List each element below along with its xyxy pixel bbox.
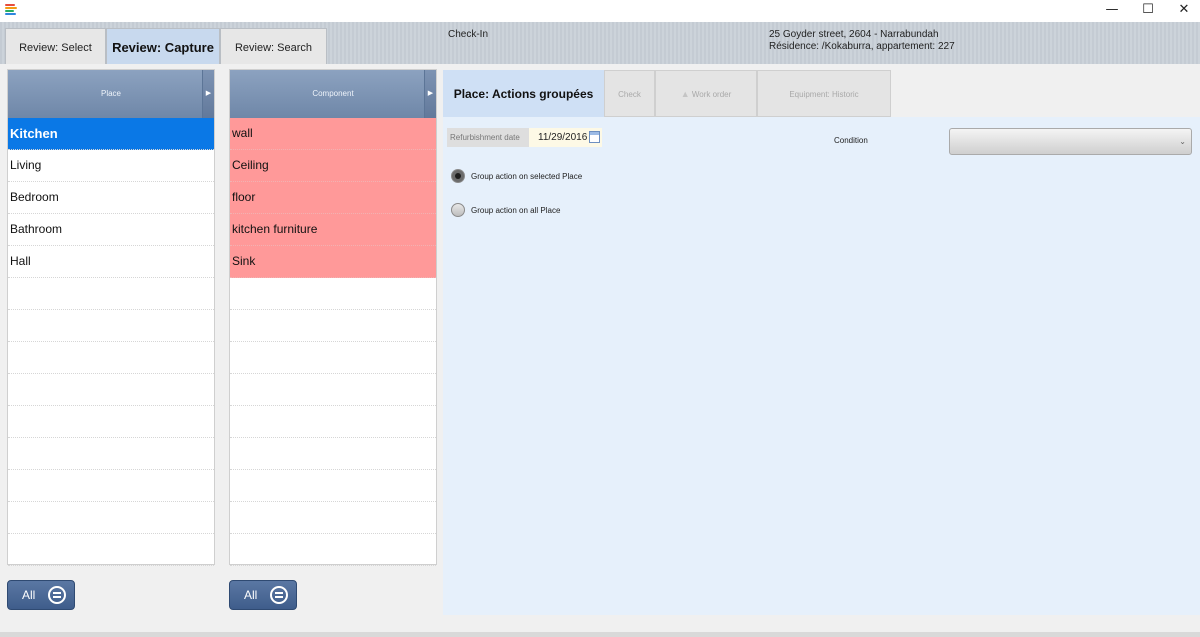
empty-row — [230, 470, 436, 502]
condition-label: Condition — [834, 136, 868, 145]
place-row-living[interactable]: Living — [8, 150, 214, 182]
component-all-button[interactable]: All — [229, 580, 297, 610]
maximize-button[interactable]: ☐ — [1130, 0, 1166, 20]
group-actions-panel — [443, 117, 1200, 615]
place-list-header[interactable]: Place ▶ — [8, 70, 214, 118]
address-line2: Résidence: /Kokaburra, appartement: 227 — [769, 41, 955, 52]
radio-group-selected-place[interactable] — [451, 169, 465, 183]
empty-row — [230, 406, 436, 438]
empty-row — [8, 502, 214, 534]
place-row-bedroom[interactable]: Bedroom — [8, 182, 214, 214]
tab-review-capture[interactable]: Review: Capture — [106, 28, 220, 64]
radio-group-selected-label: Group action on selected Place — [471, 172, 583, 181]
empty-row — [8, 406, 214, 438]
component-list-header[interactable]: Component ▶ — [230, 70, 436, 118]
component-row-wall[interactable]: wall — [230, 118, 436, 150]
tab-work-order[interactable]: ▲ Work order — [655, 70, 757, 117]
place-row-kitchen[interactable]: Kitchen — [8, 118, 214, 150]
close-button[interactable]: ✕ — [1166, 0, 1200, 20]
title-bar: — ☐ ✕ — [0, 0, 1200, 22]
component-list: Component ▶ wall Ceiling floor kitchen f… — [229, 69, 437, 566]
refurbishment-date-label: Refurbishment date — [447, 128, 529, 147]
component-row-sink[interactable]: Sink — [230, 246, 436, 278]
empty-row — [230, 374, 436, 406]
calendar-icon[interactable] — [589, 131, 600, 143]
place-all-button[interactable]: All — [7, 580, 75, 610]
bottom-status-bar — [0, 632, 1200, 637]
empty-row — [230, 342, 436, 374]
place-list-header-label: Place — [100, 89, 121, 98]
tab-check[interactable]: Check — [604, 70, 655, 117]
component-row-floor[interactable]: floor — [230, 182, 436, 214]
radio-group-all-place[interactable] — [451, 203, 465, 217]
chevron-down-icon: ⌄ — [1179, 137, 1186, 146]
component-row-ceiling[interactable]: Ceiling — [230, 150, 436, 182]
app-logo-icon — [5, 4, 17, 17]
tab-review-select[interactable]: Review: Select — [5, 28, 106, 64]
place-all-label: All — [22, 588, 36, 602]
empty-row — [230, 438, 436, 470]
empty-row — [230, 310, 436, 342]
empty-row — [8, 278, 214, 310]
equals-circle-icon — [270, 586, 288, 604]
place-row-hall[interactable]: Hall — [8, 246, 214, 278]
tab-place-actions[interactable]: Place: Actions groupées — [443, 70, 604, 117]
component-all-label: All — [244, 588, 258, 602]
chevron-right-icon[interactable]: ▶ — [424, 70, 436, 118]
empty-row — [8, 470, 214, 502]
condition-select[interactable]: ⌄ — [949, 128, 1192, 155]
radio-group-all-label: Group action on all Place — [471, 206, 561, 215]
empty-row — [8, 438, 214, 470]
tab-equipment-historic[interactable]: Equipment: Historic — [757, 70, 891, 117]
empty-row — [8, 342, 214, 374]
chevron-right-icon[interactable]: ▶ — [202, 70, 214, 118]
component-row-kitchen-furniture[interactable]: kitchen furniture — [230, 214, 436, 246]
place-row-bathroom[interactable]: Bathroom — [8, 214, 214, 246]
wrench-icon: ▲ — [680, 89, 690, 99]
equals-circle-icon — [48, 586, 66, 604]
place-list: Place ▶ Kitchen Living Bedroom Bathroom … — [7, 69, 215, 566]
empty-row — [8, 374, 214, 406]
right-panel-tabs: Place: Actions groupées Check ▲ Work ord… — [443, 70, 1200, 117]
empty-row — [8, 310, 214, 342]
empty-row — [230, 278, 436, 310]
tab-work-order-label: Work order — [691, 90, 732, 99]
mode-label: Check-In — [448, 29, 489, 40]
empty-row — [8, 534, 214, 566]
empty-row — [230, 534, 436, 566]
minimize-button[interactable]: — — [1094, 0, 1130, 20]
empty-row — [230, 502, 436, 534]
component-list-header-label: Component — [312, 89, 354, 98]
tab-review-search[interactable]: Review: Search — [220, 28, 327, 64]
app-window: — ☐ ✕ Review: Select Review: Capture Rev… — [0, 0, 1200, 637]
